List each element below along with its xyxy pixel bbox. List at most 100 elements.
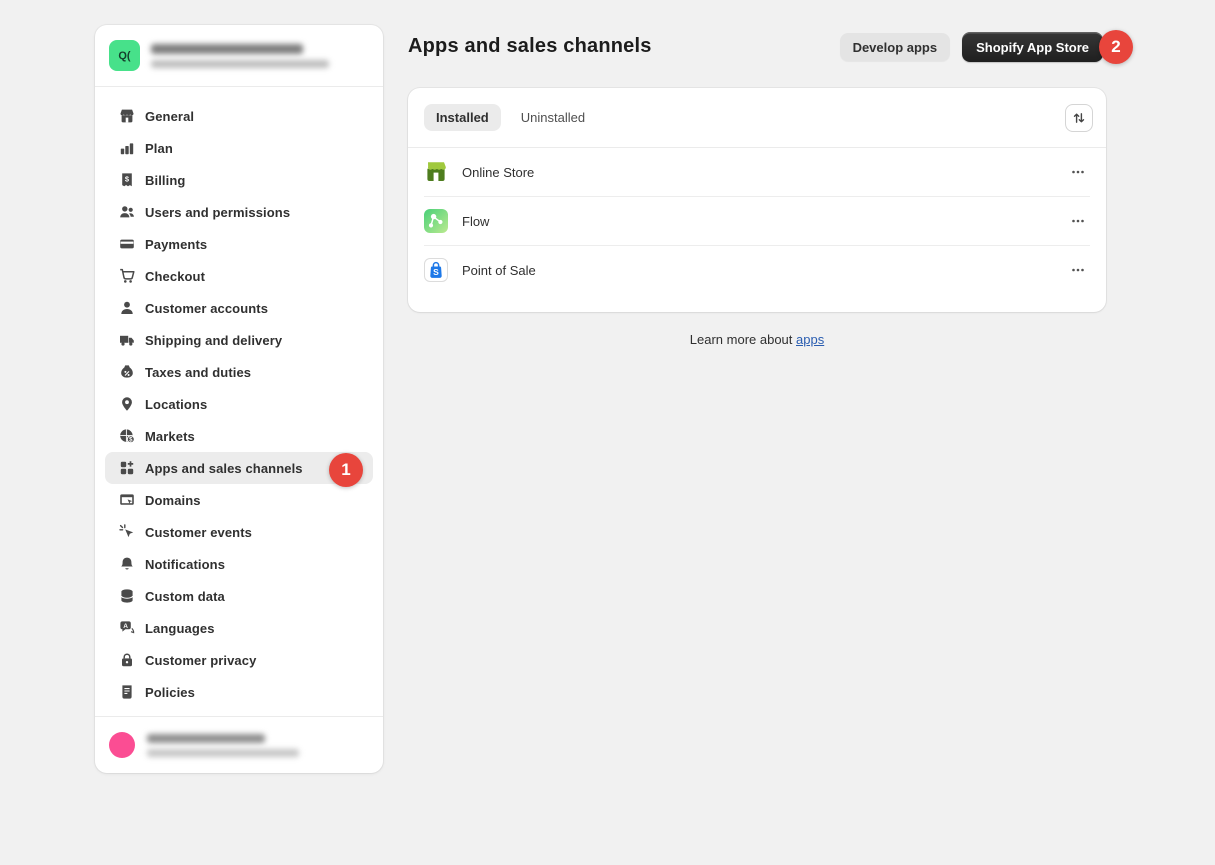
sidebar-item-checkout[interactable]: Checkout [105, 260, 373, 292]
sidebar-item-label: Customer events [145, 525, 252, 540]
app-list: Online Store Flow S Point of Sale [408, 148, 1106, 294]
learn-more-prefix: Learn more about [690, 332, 796, 347]
tabs-row: Installed Uninstalled [408, 88, 1106, 148]
domains-icon [119, 492, 135, 508]
sidebar-item-label: Plan [145, 141, 173, 156]
users-icon [119, 204, 135, 220]
sidebar-item-label: Users and permissions [145, 205, 290, 220]
cart-icon [119, 268, 135, 284]
user-avatar [109, 732, 135, 758]
sidebar-item-plan[interactable]: Plan [105, 132, 373, 164]
database-icon [119, 588, 135, 604]
apps-card: Installed Uninstalled Online Store Flow S Po… [408, 88, 1106, 312]
sidebar-item-domains[interactable]: Domains [105, 484, 373, 516]
sidebar-item-customer-accounts[interactable]: Customer accounts [105, 292, 373, 324]
store-avatar: Q( [109, 40, 140, 71]
app-menu-button[interactable] [1066, 160, 1090, 184]
sidebar-item-policies[interactable]: Policies [105, 676, 373, 708]
app-row-online-store: Online Store [408, 148, 1106, 196]
sort-arrows-icon [1071, 110, 1087, 126]
location-pin-icon [119, 396, 135, 412]
sidebar-item-locations[interactable]: Locations [105, 388, 373, 420]
develop-apps-button[interactable]: Develop apps [840, 33, 951, 61]
annotation-badge-2: 2 [1099, 30, 1133, 64]
horizontal-dots-icon [1070, 213, 1086, 229]
translate-icon: A [119, 620, 135, 636]
point-of-sale-icon: S [424, 258, 448, 282]
user-name-redacted [147, 734, 265, 743]
store-icon [119, 108, 135, 124]
app-menu-button[interactable] [1066, 209, 1090, 233]
app-name: Online Store [462, 165, 534, 180]
settings-menu: General Plan $ Billing Users and permissions… [95, 87, 383, 716]
sidebar-item-label: Shipping and delivery [145, 333, 282, 348]
learn-more-text: Learn more about apps [408, 332, 1106, 347]
lock-icon [119, 652, 135, 668]
plan-icon [119, 140, 135, 156]
payments-icon [119, 236, 135, 252]
app-row-flow: Flow [408, 197, 1106, 245]
apps-link[interactable]: apps [796, 332, 824, 347]
svg-text:S: S [433, 267, 439, 277]
store-name-redacted [151, 44, 303, 54]
policy-icon [119, 684, 135, 700]
tabs: Installed Uninstalled [424, 104, 597, 131]
app-name: Flow [462, 214, 489, 229]
person-icon [119, 300, 135, 316]
sidebar-item-taxes-and-duties[interactable]: Taxes and duties [105, 356, 373, 388]
sidebar-item-label: Notifications [145, 557, 225, 572]
sidebar-item-markets[interactable]: $ Markets [105, 420, 373, 452]
sidebar-item-label: Languages [145, 621, 215, 636]
sidebar-item-customer-privacy[interactable]: Customer privacy [105, 644, 373, 676]
store-profile-text-redacted [151, 44, 329, 68]
header-actions: Develop apps Shopify App Store [840, 32, 1103, 62]
app-name: Point of Sale [462, 263, 536, 278]
sidebar-item-payments[interactable]: Payments [105, 228, 373, 260]
online-store-icon [424, 160, 448, 184]
taxes-icon [119, 364, 135, 380]
user-email-redacted [147, 749, 299, 757]
sidebar-item-label: General [145, 109, 194, 124]
app-row-point-of-sale: S Point of Sale [408, 246, 1106, 294]
sidebar-item-label: Custom data [145, 589, 225, 604]
sidebar-item-label: Billing [145, 173, 185, 188]
bell-icon [119, 556, 135, 572]
apps-grid-icon [119, 460, 135, 476]
sidebar-item-label: Taxes and duties [145, 365, 251, 380]
sort-button[interactable] [1065, 104, 1093, 132]
sidebar-item-users-and-permissions[interactable]: Users and permissions [105, 196, 373, 228]
sidebar-item-languages[interactable]: A Languages [105, 612, 373, 644]
annotation-badge-1: 1 [329, 453, 363, 487]
sidebar-item-label: Markets [145, 429, 195, 444]
truck-icon [119, 332, 135, 348]
app-menu-button[interactable] [1066, 258, 1090, 282]
sidebar-item-custom-data[interactable]: Custom data [105, 580, 373, 612]
tab-installed[interactable]: Installed [424, 104, 501, 131]
sidebar-item-label: Locations [145, 397, 207, 412]
svg-text:A: A [123, 623, 128, 630]
shopify-app-store-button[interactable]: Shopify App Store [962, 32, 1103, 62]
page-title: Apps and sales channels [408, 35, 652, 58]
sidebar-item-billing[interactable]: $ Billing [105, 164, 373, 196]
sidebar-item-label: Domains [145, 493, 201, 508]
horizontal-dots-icon [1070, 164, 1086, 180]
sidebar-item-label: Customer accounts [145, 301, 268, 316]
user-profile[interactable] [95, 716, 383, 773]
sidebar-item-label: Customer privacy [145, 653, 256, 668]
store-profile[interactable]: Q( [95, 25, 383, 87]
sidebar-item-label: Payments [145, 237, 207, 252]
horizontal-dots-icon [1070, 262, 1086, 278]
globe-icon: $ [119, 428, 135, 444]
sidebar-item-label: Apps and sales channels [145, 461, 303, 476]
sidebar-item-label: Policies [145, 685, 195, 700]
flow-icon [424, 209, 448, 233]
sidebar-item-label: Checkout [145, 269, 205, 284]
tab-uninstalled[interactable]: Uninstalled [509, 104, 597, 131]
sidebar-item-customer-events[interactable]: Customer events [105, 516, 373, 548]
sidebar-item-notifications[interactable]: Notifications [105, 548, 373, 580]
settings-sidebar: Q( General Plan $ Billing Users and permissi… [95, 25, 383, 773]
billing-icon: $ [119, 172, 135, 188]
sidebar-item-shipping-and-delivery[interactable]: Shipping and delivery [105, 324, 373, 356]
cursor-click-icon [119, 524, 135, 540]
sidebar-item-general[interactable]: General [105, 100, 373, 132]
